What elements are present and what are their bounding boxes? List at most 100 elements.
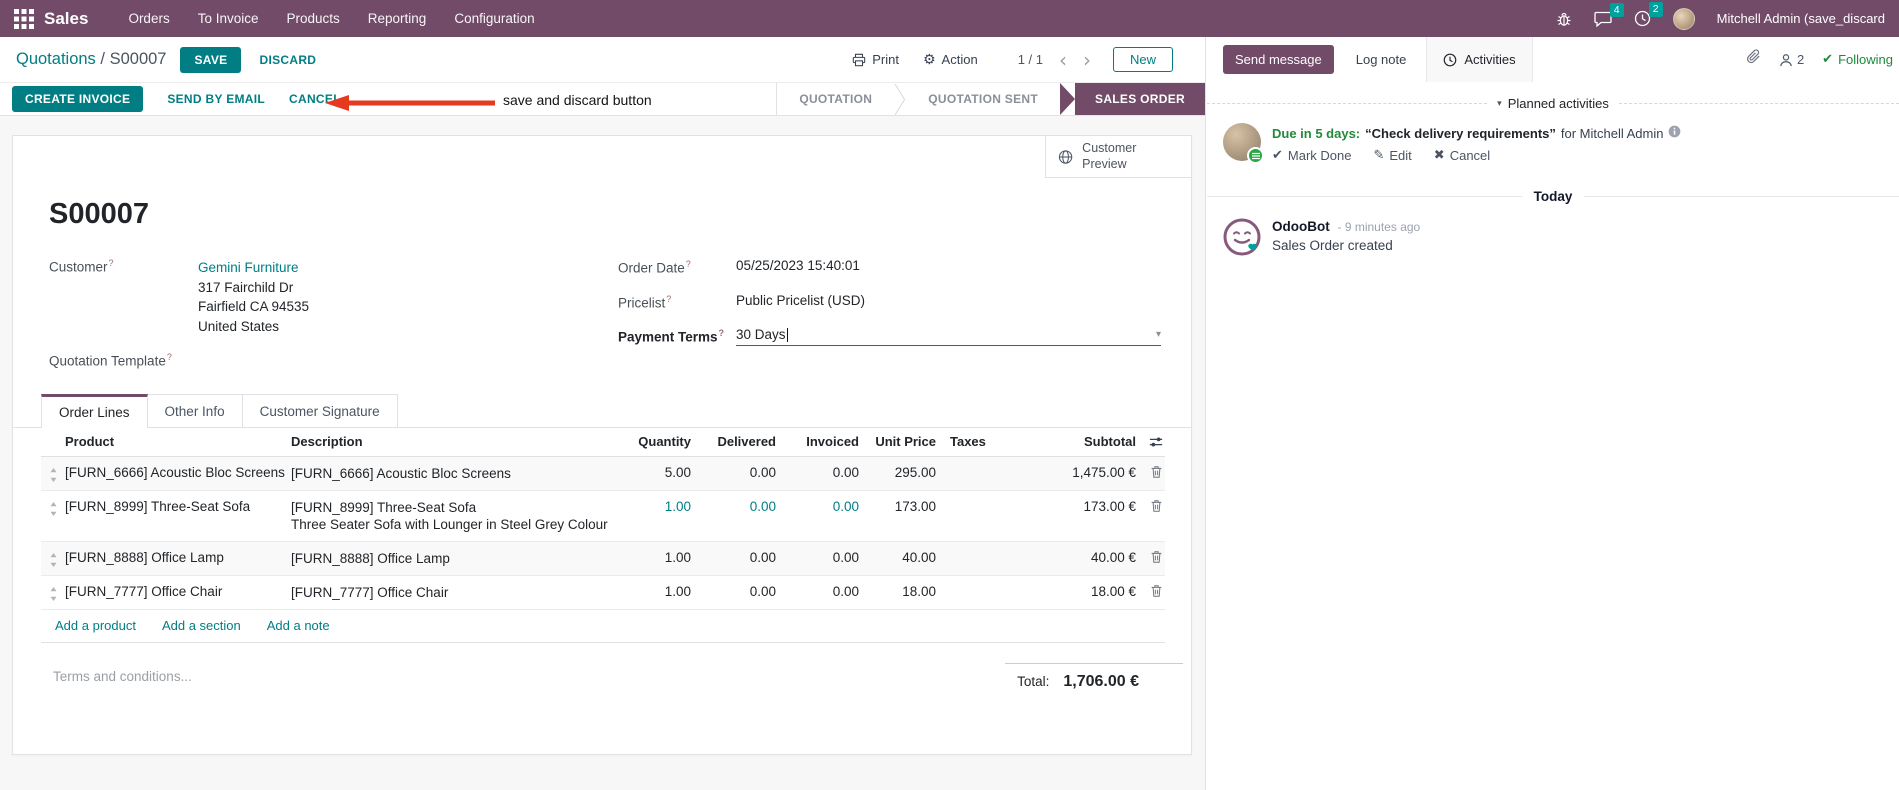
add-a-product-link[interactable]: Add a product	[55, 618, 136, 633]
cancel-activity-button[interactable]: ✖ Cancel	[1434, 148, 1490, 163]
x-icon: ✖	[1433, 148, 1445, 163]
activities-clock-icon[interactable]: 2	[1634, 2, 1663, 27]
check-icon: ✔	[1272, 148, 1283, 163]
statusbar-chevron-icon	[894, 83, 906, 115]
followers-button[interactable]: 2	[1779, 52, 1804, 67]
column-product[interactable]: Product	[65, 434, 291, 449]
customer-label: Customer?	[49, 258, 114, 275]
attachment-paperclip-icon[interactable]	[1746, 49, 1761, 70]
column-invoiced[interactable]: Invoiced	[776, 434, 859, 449]
drag-handle-icon[interactable]	[41, 465, 65, 482]
tab-customer-signature[interactable]: Customer Signature	[241, 394, 398, 427]
send-by-email-button[interactable]: SEND BY EMAIL	[167, 92, 265, 106]
clock-icon	[1444, 53, 1457, 66]
table-footer-links: Add a product Add a section Add a note	[41, 610, 1165, 643]
customer-address-line3: United States	[198, 318, 280, 334]
breadcrumb-quotations[interactable]: Quotations	[16, 50, 96, 68]
help-marker: ?	[666, 293, 672, 304]
user-name[interactable]: Mitchell Admin (save_discard	[1717, 11, 1885, 26]
debug-bug-icon[interactable]	[1556, 11, 1572, 27]
menu-reporting[interactable]: Reporting	[368, 11, 427, 26]
column-description[interactable]: Description	[291, 433, 611, 450]
app-name[interactable]: Sales	[44, 9, 88, 29]
delete-row-icon[interactable]	[1136, 550, 1165, 564]
delete-row-icon[interactable]	[1136, 465, 1165, 479]
apps-grid-icon[interactable]	[14, 8, 34, 29]
delete-row-icon[interactable]	[1136, 499, 1165, 513]
activity-avatar[interactable]	[1223, 123, 1264, 164]
form-sheet: Customer Preview S00007 Customer? Gemini…	[12, 135, 1192, 755]
save-button[interactable]: SAVE	[180, 46, 242, 73]
table-header-row: Product Description Quantity Delivered I…	[41, 428, 1165, 457]
column-unit-price[interactable]: Unit Price	[859, 434, 936, 449]
control-panel: Quotations / S00007 SAVE DISCARD Print ⚙…	[0, 37, 1205, 82]
customer-preview-button[interactable]: Customer Preview	[1045, 136, 1191, 178]
create-invoice-button[interactable]: CREATE INVOICE	[12, 86, 144, 112]
table-row[interactable]: [FURN_8999] Three-Seat Sofa [FURN_8999] …	[41, 491, 1165, 542]
today-divider: Today	[1207, 189, 1899, 204]
activities-badge: 2	[1648, 2, 1663, 17]
terms-placeholder[interactable]: Terms and conditions...	[53, 669, 192, 684]
chevron-down-icon[interactable]: ▾	[1156, 329, 1161, 340]
mark-done-button[interactable]: ✔ Mark Done	[1272, 148, 1351, 163]
order-date-value[interactable]: 05/25/2023 15:40:01	[736, 258, 860, 273]
help-marker: ?	[685, 259, 691, 269]
breadcrumb-current: S00007	[109, 50, 167, 68]
user-avatar[interactable]	[1672, 7, 1695, 30]
delete-row-icon[interactable]	[1136, 584, 1165, 598]
action-button[interactable]: ⚙ Action	[923, 52, 978, 67]
pricelist-value[interactable]: Public Pricelist (USD)	[736, 293, 865, 308]
new-button[interactable]: New	[1112, 47, 1173, 72]
activity-due: Due in 5 days:	[1272, 125, 1361, 141]
planned-activity-item: Due in 5 days: “Check delivery requireme…	[1223, 123, 1899, 164]
odoobot-avatar[interactable]	[1223, 218, 1261, 256]
add-a-section-link[interactable]: Add a section	[162, 618, 241, 633]
customer-name-link[interactable]: Gemini Furniture	[198, 258, 309, 278]
info-icon[interactable]	[1668, 125, 1681, 141]
table-row[interactable]: [FURN_6666] Acoustic Bloc Screens [FURN_…	[41, 457, 1165, 491]
statusbar-arrow-shape	[1060, 83, 1076, 115]
discard-button[interactable]: DISCARD	[259, 53, 316, 67]
order-total: Total: 1,706.00 €	[1005, 663, 1183, 691]
planned-activities-divider: ▾ Planned activities	[1207, 96, 1899, 111]
messages-icon[interactable]: 4	[1593, 2, 1624, 27]
planned-activities-toggle[interactable]: ▾ Planned activities	[1487, 96, 1619, 111]
payment-terms-input[interactable]: 30 Days ▾	[736, 327, 1161, 346]
statusbar-step-quotation-sent[interactable]: QUOTATION SENT	[906, 83, 1060, 115]
quotation-template-label[interactable]: Quotation Template?	[49, 352, 172, 369]
pricelist-label: Pricelist?	[618, 293, 672, 311]
column-taxes[interactable]: Taxes	[936, 434, 1026, 449]
today-label: Today	[1533, 189, 1573, 204]
optional-columns-icon[interactable]	[1136, 435, 1165, 449]
log-note-button[interactable]: Log note	[1356, 52, 1407, 67]
pager-previous[interactable]: ‹	[1059, 50, 1067, 70]
column-quantity[interactable]: Quantity	[611, 434, 691, 449]
send-message-button[interactable]: Send message	[1223, 45, 1334, 74]
menu-products[interactable]: Products	[287, 11, 340, 26]
drag-handle-icon[interactable]	[41, 499, 65, 516]
message-author[interactable]: OdooBot	[1272, 219, 1330, 234]
table-row[interactable]: [FURN_8888] Office Lamp [FURN_8888] Offi…	[41, 542, 1165, 576]
edit-activity-button[interactable]: ✎ Edit	[1373, 148, 1411, 163]
tab-order-lines[interactable]: Order Lines	[41, 394, 148, 428]
activities-button[interactable]: Activities	[1426, 37, 1533, 82]
print-button[interactable]: Print	[852, 52, 899, 67]
table-row[interactable]: [FURN_7777] Office Chair [FURN_7777] Off…	[41, 576, 1165, 610]
following-button[interactable]: ✔ Following	[1822, 52, 1893, 67]
payment-terms-label: Payment Terms?	[618, 328, 725, 345]
add-a-note-link[interactable]: Add a note	[267, 618, 330, 633]
statusbar-step-quotation[interactable]: QUOTATION	[777, 83, 894, 115]
menu-orders[interactable]: Orders	[128, 11, 169, 26]
menu-configuration[interactable]: Configuration	[454, 11, 534, 26]
column-delivered[interactable]: Delivered	[691, 434, 776, 449]
order-lines-table: Product Description Quantity Delivered I…	[41, 428, 1165, 643]
drag-handle-icon[interactable]	[41, 584, 65, 601]
text-cursor	[786, 327, 788, 342]
menu-to-invoice[interactable]: To Invoice	[198, 11, 259, 26]
tab-other-info[interactable]: Other Info	[146, 394, 243, 427]
drag-handle-icon[interactable]	[41, 550, 65, 567]
followers-count: 2	[1796, 52, 1805, 67]
pager-next[interactable]: ›	[1083, 50, 1091, 70]
column-subtotal[interactable]: Subtotal	[1026, 434, 1136, 449]
statusbar-step-sales-order[interactable]: SALES ORDER	[1060, 83, 1205, 115]
